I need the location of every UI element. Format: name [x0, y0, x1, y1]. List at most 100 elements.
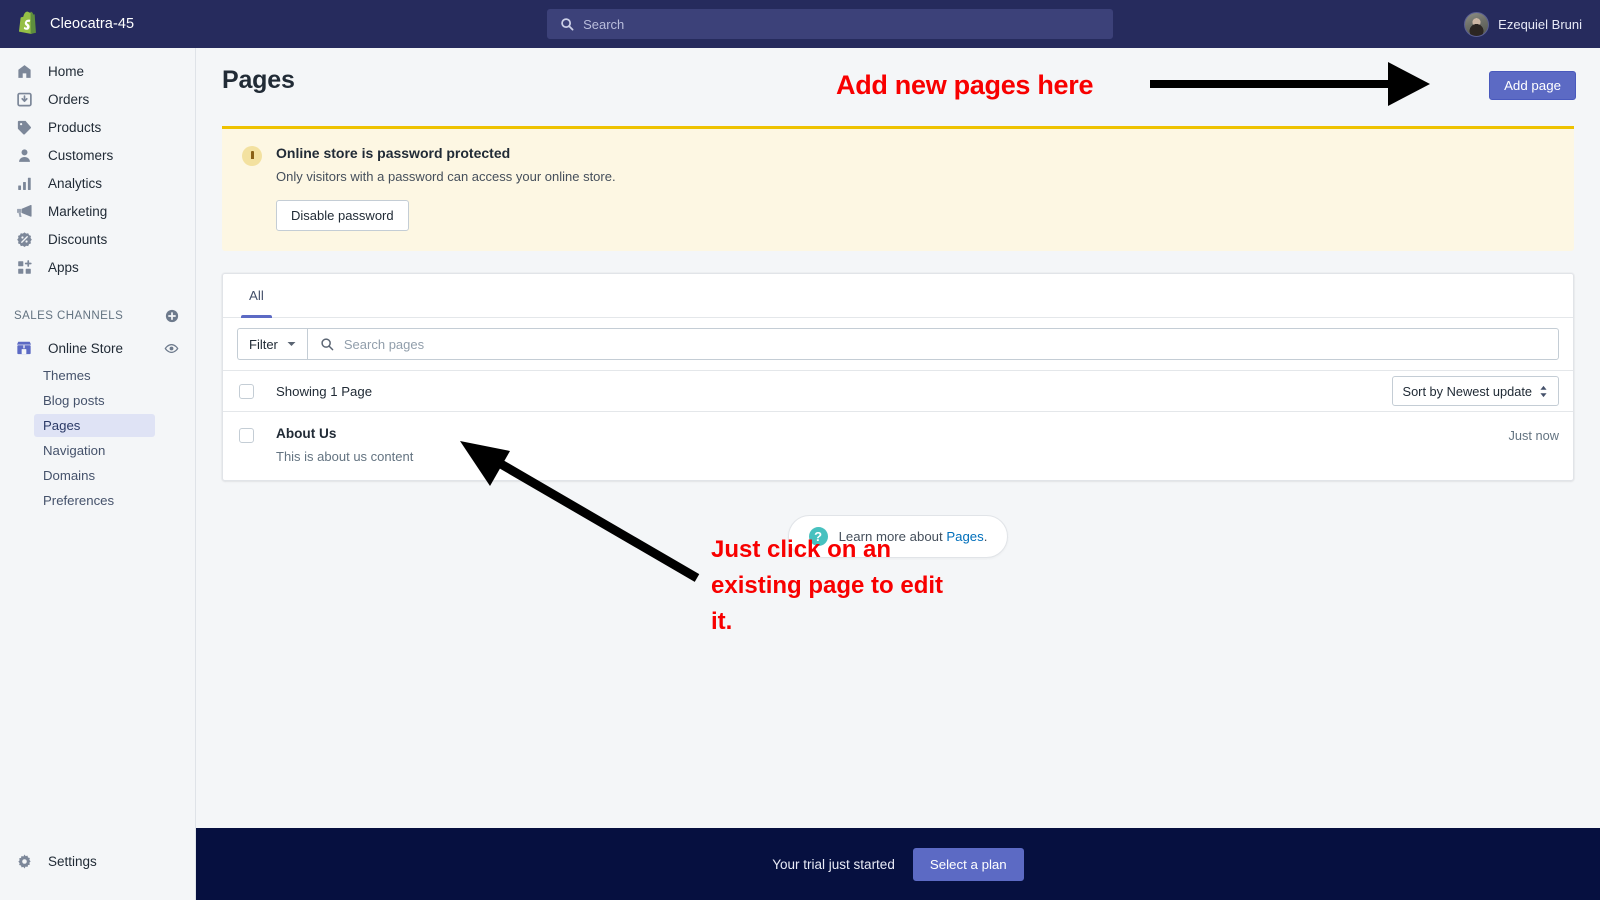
- sales-channels-title: SALES CHANNELS: [14, 310, 124, 322]
- sidebar-item-label: Discounts: [48, 231, 108, 247]
- row-main: About Us This is about us content: [276, 426, 413, 464]
- sidebar-item-online-store[interactable]: Online Store: [0, 334, 195, 362]
- sidebar-subitem-label: Pages: [43, 418, 81, 433]
- online-store-label: Online Store: [48, 340, 124, 356]
- discounts-percent-icon: [14, 229, 34, 249]
- trial-footer: Your trial just started Select a plan: [196, 828, 1600, 900]
- avatar: [1464, 11, 1490, 37]
- sidebar-subitem-preferences[interactable]: Preferences: [34, 489, 155, 512]
- top-bar: Cleocatra-45 Search Ezequiel Bruni: [0, 0, 1600, 48]
- select-all-checkbox[interactable]: [239, 383, 254, 399]
- search-icon: [561, 18, 574, 31]
- sidebar-item-home[interactable]: Home: [8, 58, 187, 84]
- sidebar-item-label: Settings: [48, 853, 97, 869]
- search-pages-placeholder: Search pages: [343, 336, 425, 352]
- sidebar-subitem-navigation[interactable]: Navigation: [34, 439, 155, 462]
- sidebar-subitem-label: Preferences: [43, 493, 115, 508]
- orders-inbox-icon: [14, 89, 34, 109]
- user-menu[interactable]: Ezequiel Bruni: [1464, 11, 1600, 37]
- home-icon: [14, 61, 34, 81]
- user-name: Ezequiel Bruni: [1498, 16, 1582, 32]
- sidebar-item-marketing[interactable]: Marketing: [8, 198, 187, 224]
- shopify-admin-window: Cleocatra-45 Search Ezequiel Bruni Home …: [0, 0, 1600, 900]
- row-excerpt: This is about us content: [276, 449, 414, 464]
- trial-text: Your trial just started: [772, 856, 895, 872]
- main-content: Pages Add page Online store is password …: [196, 48, 1600, 828]
- filter-label: Filter: [249, 336, 278, 352]
- banner-title: Online store is password protected: [276, 145, 511, 161]
- global-search-input[interactable]: Search: [547, 9, 1114, 39]
- sidebar-item-label: Home: [48, 63, 85, 79]
- customers-person-icon: [14, 145, 34, 165]
- sidebar-primary-nav: Home Orders Products Customers Analytics…: [0, 48, 195, 512]
- banner-body: Online store is password protected Only …: [276, 145, 616, 231]
- sidebar-item-label: Marketing: [48, 203, 108, 219]
- filter-button[interactable]: Filter: [237, 328, 307, 360]
- annotation-bottom-text: Just click on an existing page to edit i…: [711, 536, 944, 635]
- annotation-top-text: Add new pages here: [836, 70, 1094, 100]
- eye-icon[interactable]: [164, 341, 179, 356]
- sidebar-subitem-themes[interactable]: Themes: [34, 364, 155, 387]
- sidebar-item-orders[interactable]: Orders: [8, 86, 187, 112]
- password-protected-banner: Online store is password protected Only …: [222, 126, 1574, 251]
- sidebar-bottom-nav: Settings: [0, 848, 195, 900]
- list-header-row: Showing 1 Page Sort by Newest update: [223, 370, 1573, 411]
- sidebar-item-customers[interactable]: Customers: [8, 142, 187, 168]
- sidebar-item-discounts[interactable]: Discounts: [8, 226, 187, 252]
- row-timestamp: Just now: [1508, 428, 1559, 443]
- sidebar-item-label: Products: [48, 119, 102, 135]
- help-suffix: .: [983, 529, 988, 544]
- sidebar-item-settings[interactable]: Settings: [8, 848, 187, 874]
- global-search-wrap: Search: [196, 9, 1464, 39]
- banner-text: Only visitors with a password can access…: [276, 169, 616, 184]
- alert-exclamation-icon: [242, 146, 262, 166]
- gear-icon: [14, 851, 34, 871]
- sort-updown-icon: [1540, 385, 1547, 397]
- sidebar-item-label: Analytics: [48, 175, 103, 191]
- pages-tabs: All: [223, 274, 1573, 318]
- sidebar-subitem-label: Domains: [43, 468, 96, 483]
- row-checkbox[interactable]: [239, 428, 254, 443]
- tab-all[interactable]: All: [237, 274, 276, 318]
- global-search-placeholder: Search: [583, 16, 625, 32]
- sort-label: Sort by Newest update: [1402, 383, 1532, 399]
- sidebar-item-apps[interactable]: Apps: [8, 254, 187, 280]
- products-tag-icon: [14, 117, 34, 137]
- sidebar-item-label: Orders: [48, 91, 90, 107]
- shopify-bag-logo-icon: [19, 11, 36, 35]
- sidebar-subitem-domains[interactable]: Domains: [34, 464, 155, 487]
- apps-grid-plus-icon: [14, 257, 34, 277]
- sidebar-item-analytics[interactable]: Analytics: [8, 170, 187, 196]
- brand[interactable]: Cleocatra-45: [0, 11, 196, 37]
- storefront-icon: [14, 338, 34, 358]
- table-row[interactable]: About Us This is about us content Just n…: [223, 411, 1573, 480]
- disable-password-button[interactable]: Disable password: [276, 200, 409, 231]
- add-page-button[interactable]: Add page: [1489, 71, 1576, 100]
- sidebar-item-products[interactable]: Products: [8, 114, 187, 140]
- tab-label: All: [249, 288, 264, 303]
- brand-name: Cleocatra-45: [50, 16, 135, 32]
- online-store-left: Online Store: [14, 338, 123, 358]
- banner-row: Online store is password protected Only …: [242, 145, 1554, 231]
- sidebar-subitem-blog-posts[interactable]: Blog posts: [34, 389, 155, 412]
- sidebar-subitem-pages[interactable]: Pages: [34, 414, 155, 437]
- sort-button[interactable]: Sort by Newest update: [1391, 376, 1559, 406]
- row-title: About Us: [276, 426, 337, 441]
- marketing-megaphone-icon: [14, 201, 34, 221]
- sidebar: Home Orders Products Customers Analytics…: [0, 48, 196, 900]
- sidebar-item-label: Customers: [48, 147, 114, 163]
- analytics-bars-icon: [14, 173, 34, 193]
- sidebar-subitem-label: Navigation: [43, 443, 106, 458]
- pages-card: All Filter Search pages Showing 1 Page S…: [222, 273, 1574, 481]
- sales-channels-header: SALES CHANNELS: [0, 304, 195, 328]
- plus-circle-icon[interactable]: [165, 309, 179, 323]
- search-pages-input[interactable]: Search pages: [306, 328, 1559, 360]
- page-title: Pages: [222, 65, 295, 94]
- sidebar-item-label: Apps: [48, 259, 79, 275]
- chevron-down-icon: [287, 342, 296, 346]
- sidebar-subitem-label: Blog posts: [43, 393, 105, 408]
- search-icon: [321, 338, 334, 351]
- filter-bar: Filter Search pages: [223, 318, 1573, 370]
- select-a-plan-button[interactable]: Select a plan: [912, 847, 1024, 881]
- showing-count-label: Showing 1 Page: [276, 383, 373, 399]
